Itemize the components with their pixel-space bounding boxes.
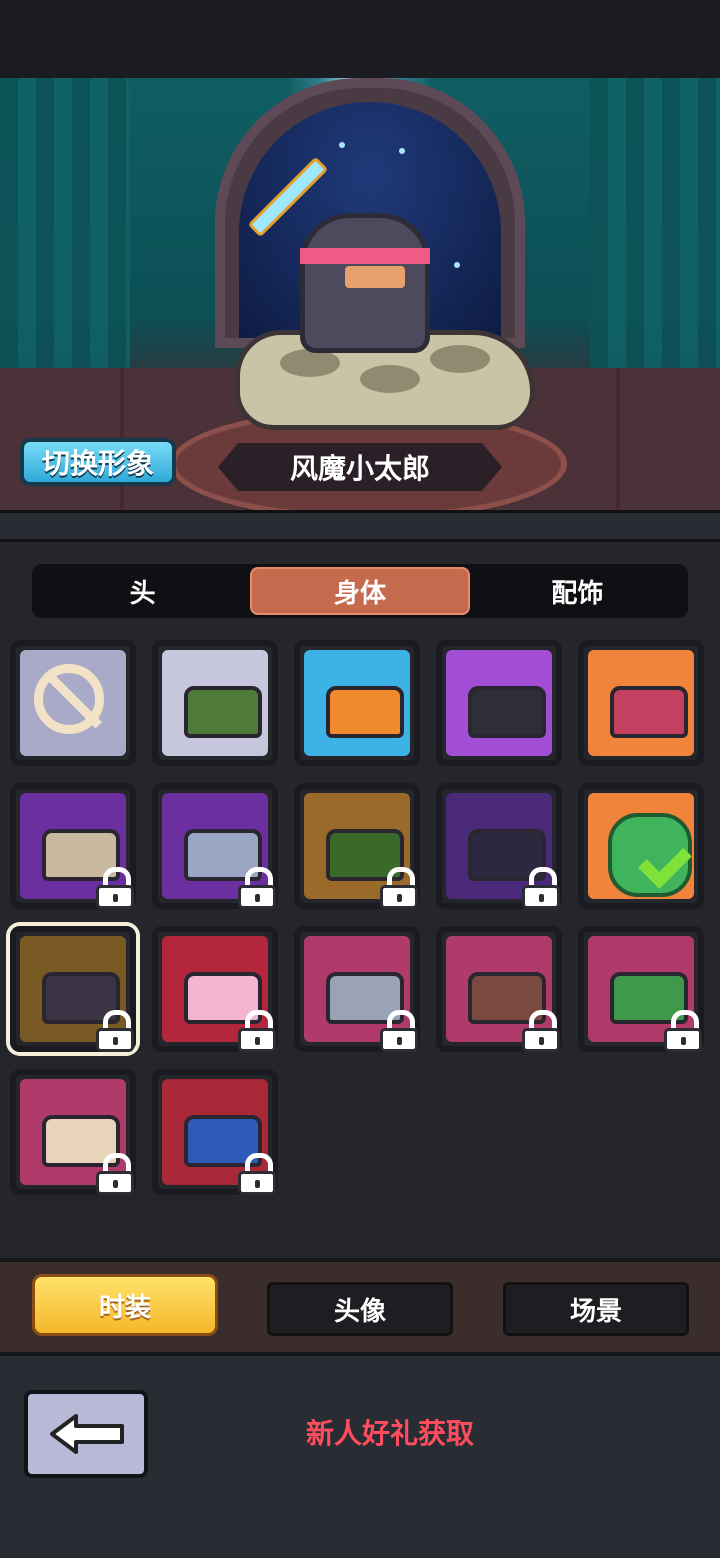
character-name: 风魔小太郎 xyxy=(218,443,502,491)
outfit-slot-ninja-outfit[interactable] xyxy=(10,926,136,1052)
outfit-icon xyxy=(184,686,262,738)
outfit-slot-shadow-cloak[interactable] xyxy=(436,783,562,909)
curtain-right xyxy=(590,78,720,398)
outfit-slot-green-shroud[interactable] xyxy=(294,783,420,909)
lock-icon xyxy=(96,867,134,911)
switch-avatar-button[interactable]: 切换形象 xyxy=(20,438,176,486)
tab-fashion[interactable]: 时装 xyxy=(32,1274,218,1336)
outfit-slot-turkey-suit[interactable] xyxy=(436,926,562,1052)
outfit-slot-lion-dance[interactable] xyxy=(10,1069,136,1195)
tab-avatar[interactable]: 头像 xyxy=(267,1282,453,1336)
outfit-icon xyxy=(326,686,404,738)
curtain-left xyxy=(0,78,130,398)
bottom-tabs: 时装 头像 场景 xyxy=(0,1258,720,1356)
lock-icon xyxy=(96,1010,134,1054)
frog-outfit-icon xyxy=(608,813,692,897)
lock-icon xyxy=(238,867,276,911)
tab-head[interactable]: 头 xyxy=(35,567,250,615)
top-bar xyxy=(0,0,720,78)
tab-accessory[interactable]: 配饰 xyxy=(470,567,685,615)
outfit-slot-green-scarf[interactable] xyxy=(152,640,278,766)
tab-body[interactable]: 身体 xyxy=(250,567,470,615)
back-arrow-icon xyxy=(50,1414,124,1454)
lock-icon xyxy=(664,1010,702,1054)
outfit-slot-gift-outfit[interactable] xyxy=(578,926,704,1052)
none-icon xyxy=(34,664,104,734)
outfit-slot-dark-cloak[interactable] xyxy=(436,640,562,766)
lock-icon xyxy=(238,1153,276,1197)
outfit-slot-steel-armor[interactable] xyxy=(152,783,278,909)
outfit-slot-frog-suit[interactable] xyxy=(578,783,704,909)
ninja-character xyxy=(300,213,430,353)
back-button[interactable] xyxy=(24,1390,148,1478)
lock-icon xyxy=(380,867,418,911)
lock-icon xyxy=(96,1153,134,1197)
outfit-slot-fish-suit[interactable] xyxy=(152,1069,278,1195)
outfit-icon xyxy=(468,686,546,738)
outfit-slot-orange-cloak[interactable] xyxy=(294,640,420,766)
checkmark-icon xyxy=(638,835,692,889)
newbie-gift-link[interactable]: 新人好礼获取 xyxy=(290,1412,490,1452)
lock-icon xyxy=(522,1010,560,1054)
lock-icon xyxy=(380,1010,418,1054)
tab-scene[interactable]: 场景 xyxy=(503,1282,689,1336)
outfit-slot-red-cloak[interactable] xyxy=(578,640,704,766)
category-tabs: 头 身体 配饰 xyxy=(32,564,688,618)
outfit-slot-none[interactable] xyxy=(10,640,136,766)
lock-icon xyxy=(238,1010,276,1054)
outfit-slot-fish-sword[interactable] xyxy=(10,783,136,909)
outfit-slot-bunny-suit[interactable] xyxy=(152,926,278,1052)
outfit-icon xyxy=(610,686,688,738)
lock-icon xyxy=(522,867,560,911)
outfit-slot-knight-armor[interactable] xyxy=(294,926,420,1052)
divider-bar xyxy=(0,510,720,542)
